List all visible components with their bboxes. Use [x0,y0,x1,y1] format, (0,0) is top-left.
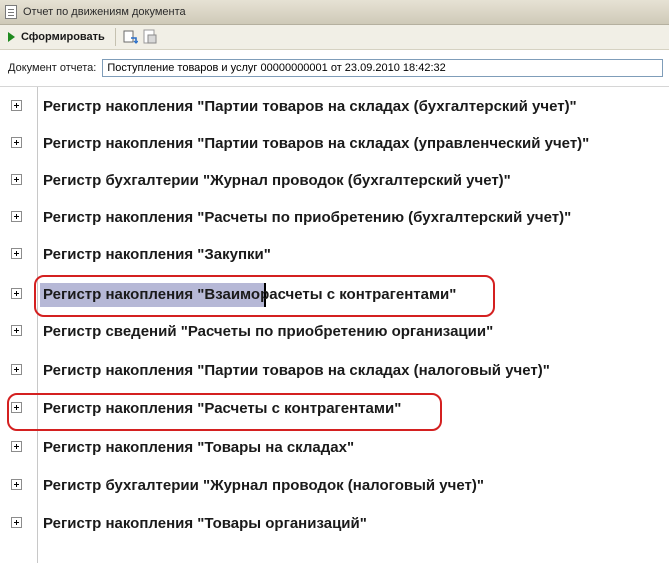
tree-row-label: Регистр накопления "Расчеты по приобрете… [43,209,572,226]
annotation-outline [34,275,495,317]
tree-row-label: Регистр бухгалтерии "Журнал проводок (на… [43,477,484,494]
tree-row[interactable]: Регистр накопления "Товары на складах" [0,430,669,466]
expand-plus-icon[interactable] [11,479,22,490]
document-icon [5,5,17,19]
tree-row-label: Регистр накопления "Товары на складах" [43,439,355,456]
tree-row-label: Регистр накопления "Партии товаров на ск… [43,98,577,115]
toolbar: Сформировать [0,25,669,50]
document-row: Документ отчета: Поступление товаров и у… [0,57,669,79]
generate-button[interactable]: Сформировать [4,27,111,47]
expand-plus-icon[interactable] [11,325,22,336]
tree-row[interactable]: Регистр накопления "Закупки" [0,237,669,273]
tree-row[interactable]: Регистр бухгалтерии "Журнал проводок (на… [0,468,669,504]
tree-row-label: Регистр накопления "Закупки" [43,246,271,263]
document-field[interactable]: Поступление товаров и услуг 00000000001 … [102,59,664,77]
tree-row-label: Регистр бухгалтерии "Журнал проводок (бу… [43,172,511,189]
tree-row[interactable]: Регистр накопления "Товары организаций" [0,506,669,542]
tree-row-label: Регистр накопления "Партии товаров на ск… [43,362,550,379]
expand-plus-icon[interactable] [11,517,22,528]
document-settings-icon[interactable] [140,27,160,47]
annotation-outline [7,393,442,431]
refresh-icon[interactable] [120,27,140,47]
play-icon [8,32,15,42]
tree-row-label: Регистр накопления "Товары организаций" [43,515,367,532]
tree-row[interactable]: Регистр накопления "Расчеты по приобрете… [0,200,669,236]
document-label: Документ отчета: [8,62,97,74]
register-tree: Регистр накопления "Партии товаров на ск… [0,86,669,563]
expand-plus-icon[interactable] [11,441,22,452]
expand-plus-icon[interactable] [11,211,22,222]
tree-row[interactable]: Регистр накопления "Партии товаров на ск… [0,89,669,125]
tree-row[interactable]: Регистр сведений "Расчеты по приобретени… [0,314,669,350]
generate-button-label: Сформировать [21,31,105,43]
tree-row[interactable]: Регистр накопления "Партии товаров на ск… [0,126,669,162]
expand-plus-icon[interactable] [11,248,22,259]
toolbar-separator [114,28,116,46]
window-titlebar: Отчет по движениям документа [0,0,669,25]
window-title: Отчет по движениям документа [23,6,186,18]
tree-row[interactable]: Регистр бухгалтерии "Журнал проводок (бу… [0,163,669,199]
expand-plus-icon[interactable] [11,174,22,185]
expand-plus-icon[interactable] [11,137,22,148]
expand-plus-icon[interactable] [11,100,22,111]
tree-row-label: Регистр накопления "Партии товаров на ск… [43,135,590,152]
expand-plus-icon[interactable] [11,364,22,375]
expand-plus-icon[interactable] [11,288,22,299]
tree-row[interactable]: Регистр накопления "Партии товаров на ск… [0,353,669,389]
tree-row-label: Регистр сведений "Расчеты по приобретени… [43,323,494,340]
